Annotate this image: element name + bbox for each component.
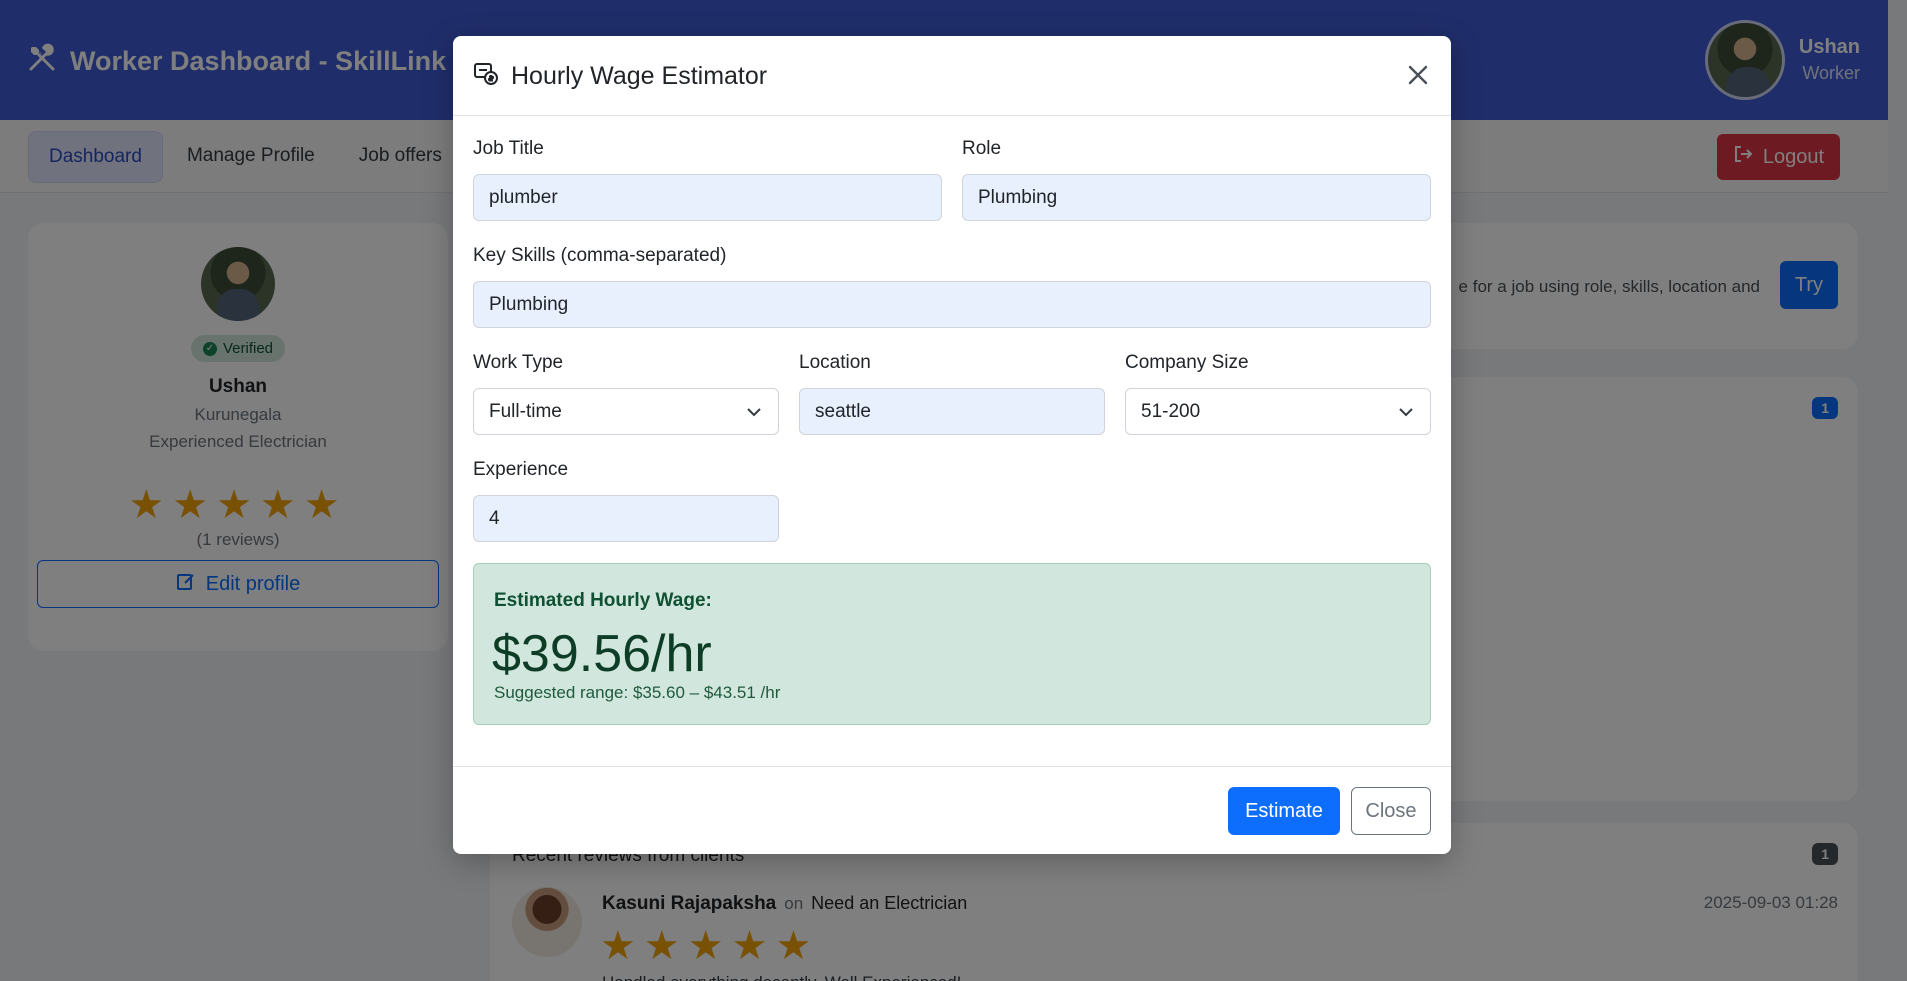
experience-input[interactable]: 4 <box>473 495 779 542</box>
modal-title: Hourly Wage Estimator <box>511 62 768 90</box>
experience-label: Experience <box>473 459 569 480</box>
estimate-result: Estimated Hourly Wage: $39.56/hr Suggest… <box>473 563 1431 725</box>
company-size-value: 51-200 <box>1141 400 1201 422</box>
company-size-select[interactable]: 51-200 <box>1125 388 1431 435</box>
work-type-value: Full-time <box>489 400 562 422</box>
result-range: Suggested range: $35.60 – $43.51 /hr <box>494 683 781 702</box>
location-input[interactable]: seattle <box>799 388 1105 435</box>
location-label: Location <box>799 352 871 373</box>
job-title-label: Job Title <box>473 138 544 159</box>
modal-footer: Estimate Close <box>453 766 1451 854</box>
chevron-down-icon <box>747 407 761 416</box>
work-type-select[interactable]: Full-time <box>473 388 779 435</box>
job-title-input[interactable]: plumber <box>473 174 942 221</box>
result-label: Estimated Hourly Wage: <box>494 590 712 611</box>
company-size-label: Company Size <box>1125 352 1249 373</box>
wage-estimator-icon <box>473 60 499 93</box>
chevron-down-icon <box>1399 407 1413 416</box>
modal-header: Hourly Wage Estimator <box>453 36 1451 116</box>
role-input[interactable]: Plumbing <box>962 174 1431 221</box>
wage-estimator-modal: Hourly Wage Estimator Job Title plumber … <box>453 36 1451 854</box>
role-label: Role <box>962 138 1002 159</box>
skills-label: Key Skills (comma-separated) <box>473 245 727 266</box>
estimate-button[interactable]: Estimate <box>1228 787 1340 835</box>
skills-input[interactable]: Plumbing <box>473 281 1431 328</box>
close-button[interactable]: Close <box>1351 787 1431 835</box>
work-type-label: Work Type <box>473 352 564 373</box>
close-icon[interactable] <box>1405 62 1431 88</box>
result-value: $39.56/hr <box>492 625 712 683</box>
